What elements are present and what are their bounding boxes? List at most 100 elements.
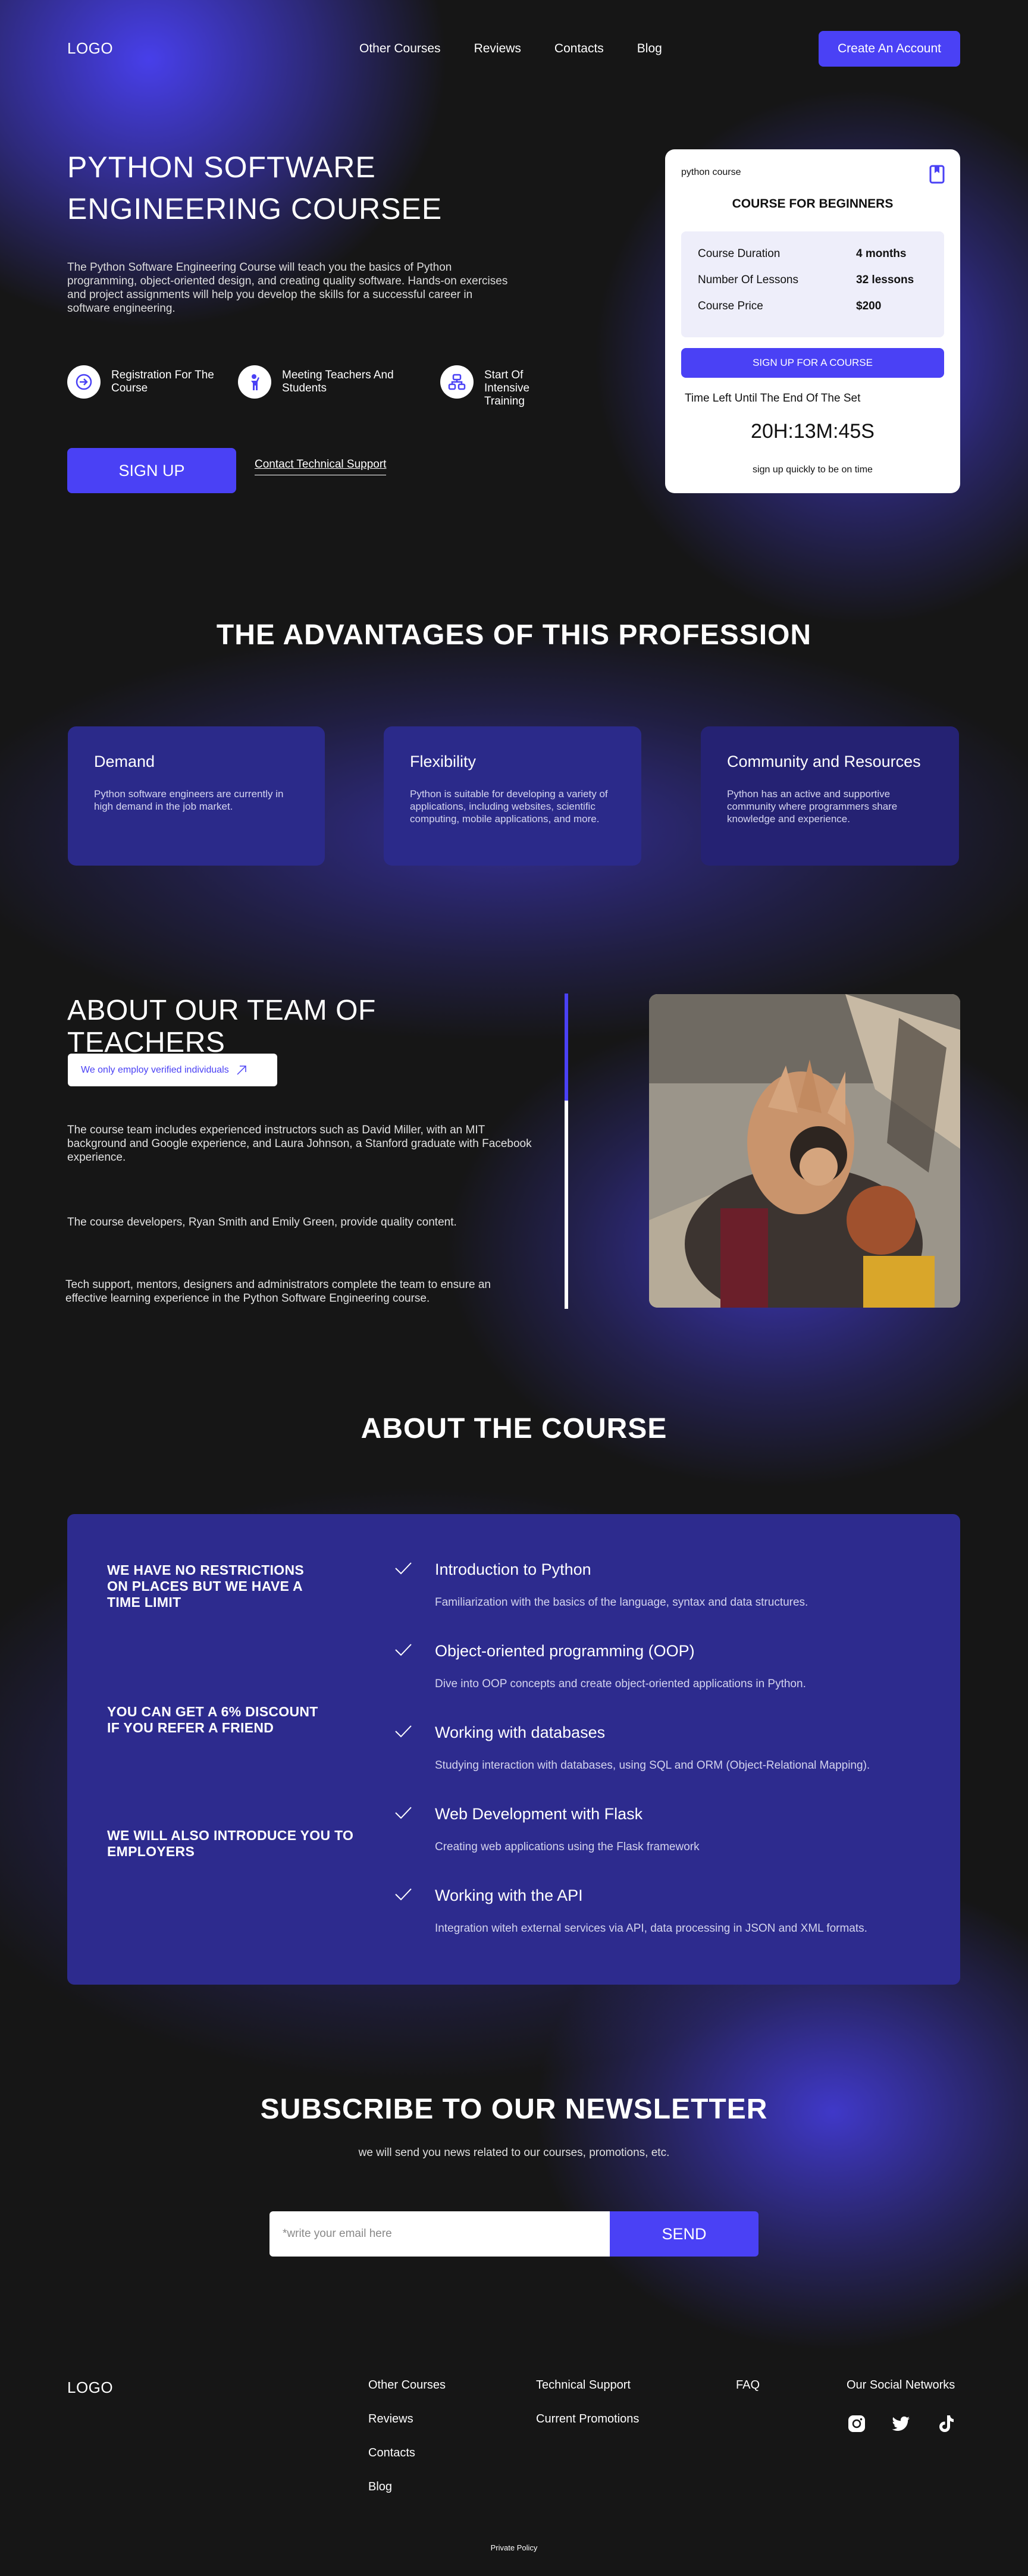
create-account-button[interactable]: Create An Account (819, 31, 960, 67)
stat-price: Course Price $200 (698, 293, 927, 319)
main-nav: Other Courses Reviews Contacts Blog (359, 42, 662, 56)
topic-title: Web Development with Flask (435, 1805, 643, 1823)
stat-value: 32 lessons (856, 274, 914, 286)
advantage-title: Demand (94, 753, 155, 770)
topic-description: Studying interaction with databases, usi… (435, 1759, 870, 1772)
advantages-title: THE ADVANTAGES OF THIS PROFESSION (216, 619, 812, 651)
topic-description: Dive into OOP concepts and create object… (435, 1678, 806, 1690)
hero-title-line1: PYTHON SOFTWARE (67, 151, 376, 184)
hero-title: PYTHON SOFTWARE ENGINEERING COURSEE (67, 146, 543, 230)
hierarchy-icon (440, 365, 474, 399)
team-title: ABOUT OUR TEAM OF TEACHERS (67, 995, 484, 1059)
scroll-progress-track (565, 1101, 568, 1309)
perk-2: YOU CAN GET A 6% DISCOUNT IF YOU REFER A… (107, 1704, 318, 1735)
stat-label: Number Of Lessons (698, 274, 798, 286)
advantage-text: Python is suitable for developing a vari… (410, 788, 608, 825)
footer-link-technical-support[interactable]: Technical Support (536, 2378, 639, 2392)
signup-button[interactable]: SIGN UP (67, 448, 236, 493)
hero-description: The Python Software Engineering Course w… (67, 261, 508, 315)
team-photo (649, 994, 960, 1308)
topic-description: Creating web applications using the Flas… (435, 1841, 700, 1853)
feature-training: Start Of Intensive Training (440, 365, 559, 408)
check-icon (395, 1807, 412, 1819)
check-icon (395, 1644, 412, 1656)
topic-title: Working with the API (435, 1886, 583, 1904)
footer-link-promotions[interactable]: Current Promotions (536, 2412, 639, 2426)
advantage-card-demand: Demand Python software engineers are cur… (68, 726, 325, 866)
verified-badge-label: We only employ verified individuals (81, 1064, 229, 1075)
tiktok-icon[interactable] (938, 2415, 955, 2433)
countdown-timer: 20H:13M:45S (751, 420, 875, 443)
team-paragraph-2: The course developers, Ryan Smith and Em… (67, 1216, 457, 1229)
footer-link-other-courses[interactable]: Other Courses (368, 2378, 446, 2392)
footer-link-reviews[interactable]: Reviews (368, 2412, 446, 2426)
scroll-progress-active (565, 994, 568, 1101)
topic-description: Integration witeh external services via … (435, 1922, 867, 1935)
course-tag: python course (681, 167, 741, 177)
course-panel: WE HAVE NO RESTRICTIONS ON PLACES BUT WE… (67, 1514, 960, 1985)
advantage-text: Python has an active and supportive comm… (727, 788, 898, 825)
team-paragraph-1: The course team includes experienced ins… (67, 1124, 532, 1164)
course-stats: Course Duration 4 months Number Of Lesson… (681, 231, 944, 337)
social-title: Our Social Networks (847, 2378, 955, 2392)
advantage-title: Flexibility (410, 753, 477, 770)
bookmark-icon[interactable] (929, 165, 945, 187)
advantage-title: Community and Resources (727, 753, 921, 770)
perk-3: WE WILL ALSO INTRODUCE YOU TO EMPLOYERS (107, 1828, 354, 1859)
perk-1: WE HAVE NO RESTRICTIONS ON PLACES BUT WE… (107, 1562, 305, 1610)
stat-lessons: Number Of Lessons 32 lessons (698, 267, 927, 293)
footer-logo[interactable]: LOGO (67, 2378, 113, 2397)
stat-value: 4 months (856, 247, 907, 260)
privacy-policy-link[interactable]: Private Policy (0, 2543, 1028, 2552)
twitter-icon[interactable] (892, 2415, 910, 2433)
topic-title: Introduction to Python (435, 1560, 591, 1578)
arrow-up-right-icon (237, 1065, 246, 1075)
check-icon (395, 1888, 412, 1901)
topic-title: Object-oriented programming (OOP) (435, 1642, 695, 1660)
nav-contacts[interactable]: Contacts (554, 42, 604, 56)
email-input[interactable] (269, 2211, 610, 2257)
nav-reviews[interactable]: Reviews (474, 42, 521, 56)
timer-note: sign up quickly to be on time (753, 465, 873, 475)
team-title-line1: ABOUT OUR TEAM OF (67, 995, 376, 1026)
advantage-card-community: Community and Resources Python has an ac… (701, 726, 959, 866)
topic-description: Familiarization with the basics of the l… (435, 1596, 808, 1609)
check-icon (395, 1562, 412, 1575)
stat-label: Course Price (698, 300, 763, 312)
stat-value: $200 (856, 300, 882, 312)
hero-title-line2: ENGINEERING COURSEE (67, 192, 443, 225)
team-paragraph-3: Tech support, mentors, designers and adm… (65, 1278, 491, 1305)
footer-col-support: Technical Support Current Promotions (536, 2378, 639, 2426)
check-icon (395, 1725, 412, 1738)
newsletter-title: SUBSCRIBE TO OUR NEWSLETTER (260, 2094, 768, 2125)
contact-support-link[interactable]: Contact Technical Support (255, 458, 387, 475)
footer-link-faq[interactable]: FAQ (736, 2378, 760, 2392)
about-course-title: ABOUT THE COURSE (361, 1413, 667, 1444)
feature-registration: Registration For The Course (67, 365, 222, 399)
stat-label: Course Duration (698, 247, 781, 260)
footer-link-blog[interactable]: Blog (368, 2480, 446, 2494)
enter-icon (67, 365, 101, 399)
advantage-card-flexibility: Flexibility Python is suitable for devel… (384, 726, 641, 866)
signup-course-button[interactable]: SIGN UP FOR A COURSE (681, 348, 944, 378)
feature-meeting: Meeting Teachers And Students (238, 365, 410, 399)
timer-label: Time Left Until The End Of The Set (685, 392, 861, 405)
verified-badge[interactable]: We only employ verified individuals (68, 1054, 277, 1086)
header-logo[interactable]: LOGO (67, 39, 113, 58)
feature-label: Start Of Intensive Training (484, 369, 530, 408)
footer-col-faq: FAQ (736, 2378, 760, 2392)
topic-title: Working with databases (435, 1723, 606, 1741)
course-card: python course COURSE FOR BEGINNERS Cours… (665, 149, 960, 493)
nav-blog[interactable]: Blog (637, 42, 662, 56)
course-card-heading: COURSE FOR BEGINNERS (732, 197, 894, 211)
footer-col-courses: Other Courses Reviews Contacts Blog (368, 2378, 446, 2494)
stat-duration: Course Duration 4 months (698, 241, 927, 267)
newsletter-subtitle: we will send you news related to our cou… (358, 2146, 670, 2159)
send-button[interactable]: SEND (610, 2211, 759, 2257)
advantage-text: Python software engineers are currently … (94, 788, 284, 812)
instagram-icon[interactable] (848, 2415, 866, 2433)
teacher-icon (238, 365, 271, 399)
feature-label: Meeting Teachers And Students (282, 369, 394, 394)
footer-link-contacts[interactable]: Contacts (368, 2446, 446, 2460)
nav-other-courses[interactable]: Other Courses (359, 42, 441, 56)
